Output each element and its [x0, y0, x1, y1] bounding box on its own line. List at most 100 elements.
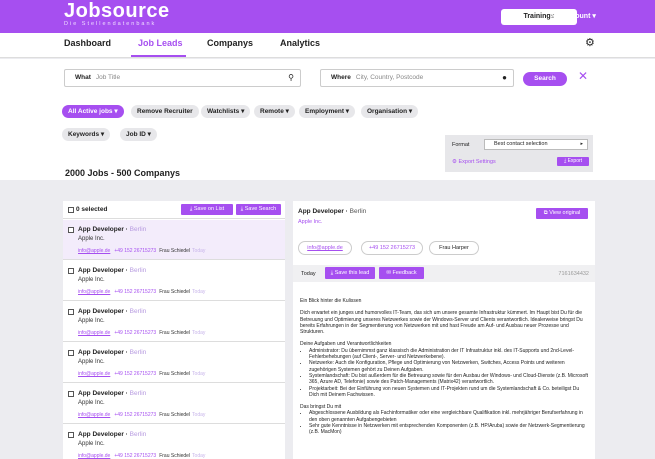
job-date: Today [192, 371, 206, 377]
filter-remove-recruiter[interactable]: Remove Recruiter [131, 105, 199, 118]
export-label: Export [567, 158, 583, 164]
job-title-text: App Developer [78, 390, 124, 397]
job-phone[interactable]: +49 152 26715273 [114, 412, 156, 418]
nav-analytics[interactable]: Analytics [280, 38, 320, 48]
view-original-button[interactable]: ⧉ View original [536, 208, 588, 219]
format-value: Best contact selection [494, 141, 548, 147]
select-all-checkbox[interactable] [68, 207, 74, 213]
job-list-item[interactable]: App Developer · Berlin Apple Inc. info@a… [63, 302, 285, 342]
task-item: Systemlandschaft: Du bist außerdem für d… [309, 373, 590, 386]
where-label: Where [331, 74, 351, 81]
job-contacts: info@apple.de +49 152 26715273 Frau Schied… [78, 412, 205, 418]
filter-job-id[interactable]: Job ID ▾ [120, 128, 157, 141]
job-checkbox[interactable] [68, 268, 74, 274]
job-title: App Developer · Berlin [78, 267, 147, 274]
job-title: App Developer · Berlin [78, 308, 147, 315]
job-email[interactable]: info@apple.de [78, 371, 110, 377]
job-date: Today [192, 412, 206, 418]
detail-phone-chip[interactable]: +49 152 26715273 [361, 241, 423, 255]
job-email[interactable]: info@apple.de [78, 330, 110, 336]
job-email[interactable]: info@apple.de [78, 248, 110, 254]
detail-person-chip[interactable]: Frau Harper [429, 241, 479, 255]
detail-email-chip[interactable]: info@apple.de [298, 241, 352, 255]
feedback-label: Feedback [392, 270, 417, 276]
job-title-text: App Developer [78, 308, 124, 315]
active-tab-indicator [131, 55, 186, 57]
detail-action-bar: Today ⤓ Save this lead ✉ Feedback 716163… [293, 265, 595, 282]
job-email[interactable]: info@apple.de [78, 453, 110, 459]
job-checkbox[interactable] [68, 309, 74, 315]
job-phone[interactable]: +49 152 26715273 [114, 371, 156, 377]
logo[interactable]: Jobsource [64, 1, 170, 21]
job-location: Berlin [129, 390, 147, 397]
save-lead-button[interactable]: ⤓ Save this lead [325, 267, 375, 279]
export-settings-link[interactable]: ⚙ Export Settings [452, 159, 496, 165]
job-email[interactable]: info@apple.de [78, 289, 110, 295]
job-title-text: App Developer [78, 226, 124, 233]
job-list-item[interactable]: App Developer · Berlin Apple Inc. info@a… [63, 343, 285, 383]
detail-company[interactable]: Apple Inc. [298, 219, 322, 225]
job-checkbox[interactable] [68, 227, 74, 233]
where-search-input[interactable]: Where City, Country, Postcode ● [320, 69, 514, 87]
job-location: Berlin [129, 226, 147, 233]
my-account-menu[interactable]: My Account ▾ [551, 9, 596, 25]
save-search-button[interactable]: ⤓ Save Search [236, 204, 281, 215]
filter-all-active-jobs[interactable]: All Active jobs ▾ [62, 105, 124, 118]
job-company: Apple Inc. [78, 400, 105, 406]
job-title: App Developer · Berlin [78, 226, 147, 233]
format-select[interactable]: Best contact selection ▸ [484, 139, 588, 150]
results-count: 2000 Jobs - 500 Companys [65, 168, 181, 178]
filter-panel: What Job Title ⚲ Where City, Country, Post… [0, 59, 655, 180]
feedback-button[interactable]: ✉ Feedback [379, 267, 424, 279]
logo-subtitle: Die Stellendatenbank [64, 21, 157, 27]
job-title-text: App Developer [78, 349, 124, 356]
filter-organisation[interactable]: Organisation ▾ [361, 105, 419, 118]
job-contact-person: Frau Schiedel [159, 330, 191, 336]
filter-watchlists[interactable]: Watchlists ▾ [201, 105, 251, 118]
where-placeholder: City, Country, Postcode [355, 74, 424, 81]
filter-keywords[interactable]: Keywords ▾ [62, 128, 111, 141]
job-date: Today [192, 248, 206, 254]
detail-date: Today [301, 271, 316, 277]
job-phone[interactable]: +49 152 26715273 [114, 248, 156, 254]
job-phone[interactable]: +49 152 26715273 [114, 453, 156, 459]
job-checkbox[interactable] [68, 432, 74, 438]
view-original-label: View original [549, 210, 581, 216]
save-lead-label: Save this lead [334, 270, 370, 276]
nav-job-leads[interactable]: Job Leads [138, 38, 183, 48]
job-phone[interactable]: +49 152 26715273 [114, 330, 156, 336]
what-label: What [75, 74, 91, 81]
job-title-text: App Developer [78, 267, 124, 274]
job-list-item[interactable]: App Developer · Berlin Apple Inc. info@a… [63, 384, 285, 424]
what-search-input[interactable]: What Job Title ⚲ [64, 69, 301, 87]
job-location: Berlin [129, 349, 147, 356]
job-phone[interactable]: +49 152 26715273 [114, 289, 156, 295]
filter-remote[interactable]: Remote ▾ [254, 105, 295, 118]
job-list-panel: 0 selected ⤓ Save on List ⤓ Save Search … [63, 201, 285, 459]
job-date: Today [192, 330, 206, 336]
job-email[interactable]: info@apple.de [78, 412, 110, 418]
what-placeholder: Job Title [95, 74, 121, 81]
job-list-item[interactable]: App Developer · Berlin Apple Inc. info@a… [63, 220, 285, 260]
filter-employment[interactable]: Employment ▾ [299, 105, 356, 118]
job-title: App Developer · Berlin [78, 349, 147, 356]
nav-dashboard[interactable]: Dashboard [64, 38, 111, 48]
task-item: Netzwerke: Auch die Konfiguration, Pfleg… [309, 360, 590, 373]
export-button[interactable]: ⤓ Export [557, 157, 589, 166]
job-contact-person: Frau Schiedel [159, 248, 191, 254]
job-list-item[interactable]: App Developer · Berlin Apple Inc. info@a… [63, 261, 285, 301]
nav-companys[interactable]: Companys [207, 38, 253, 48]
description-intro: Dich erwartet ein junges und humorvolles… [300, 310, 583, 336]
job-checkbox[interactable] [68, 391, 74, 397]
job-contacts: info@apple.de +49 152 26715273 Frau Schied… [78, 371, 205, 377]
save-on-list-button[interactable]: ⤓ Save on List [181, 204, 233, 215]
top-bar: Jobsource Die Stellendatenbank Trainings… [0, 0, 655, 33]
gear-icon[interactable]: ⚙ [585, 36, 595, 49]
close-icon[interactable]: ✕ [578, 69, 588, 83]
job-list-item[interactable]: App Developer · Berlin Apple Inc. info@a… [63, 425, 285, 459]
job-detail-panel: App Developer · Berlin Apple Inc. ⧉ View… [293, 201, 595, 459]
job-checkbox[interactable] [68, 350, 74, 356]
job-company: Apple Inc. [78, 277, 105, 283]
search-button[interactable]: Search [523, 72, 567, 86]
job-contact-person: Frau Schiedel [159, 371, 191, 377]
